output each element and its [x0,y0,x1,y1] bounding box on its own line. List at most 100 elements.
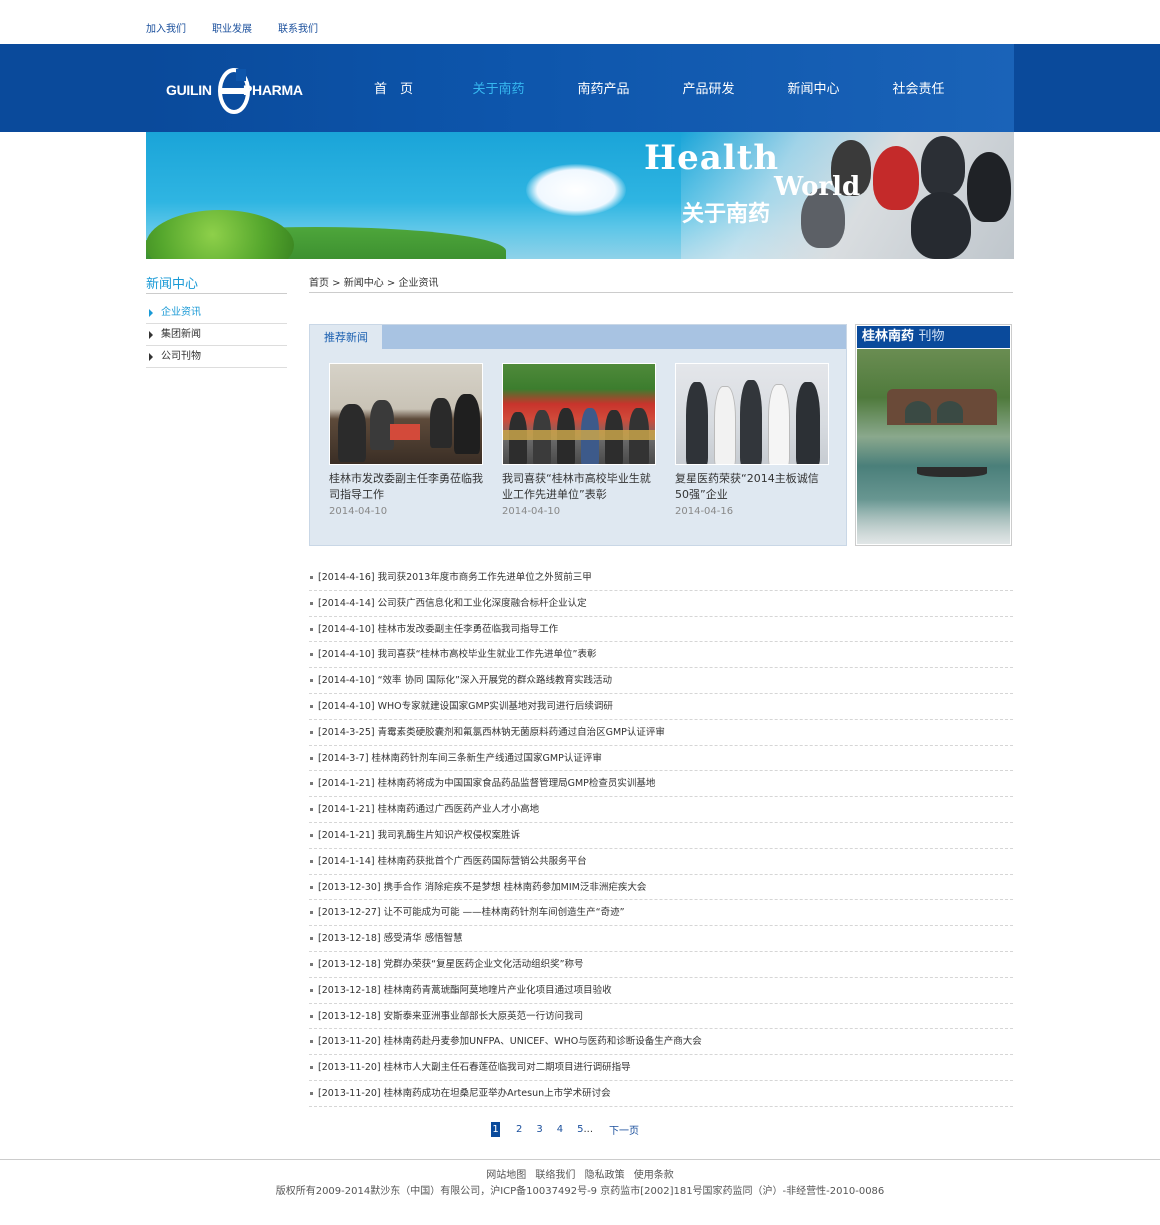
list-item[interactable]: [2013-11-20] 桂林南药成功在坦桑尼亚举办Artesun上市学术研讨会 [309,1081,1013,1107]
list-item-text: [2013-12-18] 党群办荣获“复星医药企业文化活动组织奖”称号 [318,958,584,970]
banner-tree-icon [146,210,294,259]
bullet-icon [310,911,313,915]
list-item-text: [2013-11-20] 桂林南药成功在坦桑尼亚举办Artesun上市学术研讨会 [318,1087,611,1099]
page-4[interactable]: 4 [557,1124,563,1135]
list-item[interactable]: [2014-4-10] 桂林市发改委副主任李勇莅临我司指导工作 [309,617,1013,643]
bullet-icon [310,885,313,889]
list-item-text: [2014-3-7] 桂林南药针剂车间三条新生产线通过国家GMP认证评审 [318,752,602,764]
news-card-title[interactable]: 我司喜获“桂林市高校毕业生就业工作先进单位”表彰 [502,471,656,503]
list-item-text: [2014-1-21] 桂林南药将成为中国国家食品药品监督管理局GMP检查员实训… [318,778,656,790]
list-item[interactable]: [2014-4-10] 我司喜获“桂林市高校毕业生就业工作先进单位”表彰 [309,642,1013,669]
bullet-icon [310,601,313,605]
tab-recommended[interactable]: 推荐新闻 [310,325,382,349]
footer-link-terms[interactable]: 使用条款 [634,1170,674,1181]
breadcrumb[interactable]: 首页 > 新闻中心 > 企业资讯 [309,274,438,289]
recommended-header: 推荐新闻 [310,325,846,349]
list-item[interactable]: [2014-1-21] 桂林南药通过广西医药产业人才小高地 [309,797,1013,823]
bullet-icon [310,782,313,786]
bullet-icon [310,808,313,812]
banner-cloud-icon [526,164,626,216]
list-item-text: [2014-4-10] 我司喜获“桂林市高校毕业生就业工作先进单位”表彰 [318,649,597,661]
nav-rnd[interactable]: 产品研发 [656,44,761,132]
list-item[interactable]: [2013-11-20] 桂林南药赴丹麦参加UNFPA、UNICEF、WHO与医… [309,1029,1013,1056]
footer-links: 网站地图 联络我们 隐私政策 使用条款 [0,1166,1160,1181]
news-card[interactable]: 桂林市发改委副主任李勇莅临我司指导工作 2014-04-10 [329,363,483,517]
list-item[interactable]: [2013-12-30] 携手合作 消除疟疾不是梦想 桂林南药参加MIM泛非洲疟… [309,875,1013,901]
list-item[interactable]: [2014-4-10] “效率 协同 国际化”深入开展党的群众路线教育实践活动 [309,668,1013,694]
nav-social[interactable]: 社会责任 [866,44,971,132]
nav-home[interactable]: 首 页 [341,44,446,132]
list-item-text: [2014-1-14] 桂林南药获批首个广西医药国际营销公共服务平台 [318,855,587,867]
magazine-header: 桂林南药 刊物 [857,326,1010,348]
list-item-text: [2014-1-21] 桂林南药通过广西医药产业人才小高地 [318,804,540,816]
bullet-icon [310,833,313,837]
list-item-text: [2014-4-10] “效率 协同 国际化”深入开展党的群众路线教育实践活动 [318,675,612,687]
news-card-image[interactable] [675,363,829,465]
list-item-text: [2014-4-10] WHO专家就建设国家GMP实训基地对我司进行后续调研 [318,700,613,712]
next-page-button[interactable]: 下一页 [609,1122,639,1137]
page-3[interactable]: 3 [536,1124,542,1135]
news-card[interactable]: 我司喜获“桂林市高校毕业生就业工作先进单位”表彰 2014-04-10 [502,363,656,517]
list-item[interactable]: [2013-12-27] 让不可能成为可能 ——桂林南药针剂车间创造生产“奇迹” [309,900,1013,927]
bullet-icon [310,988,313,992]
list-item[interactable]: [2014-4-16] 我司获2013年度市商务工作先进单位之外贸前三甲 [309,565,1013,591]
news-card-date: 2014-04-10 [502,506,561,517]
bullet-icon [310,1091,313,1095]
list-item[interactable]: [2014-3-7] 桂林南药针剂车间三条新生产线通过国家GMP认证评审 [309,746,1013,772]
header: GUILIN PHARMA 首 页 关于南药 南药产品 产品研发 新闻中心 社会… [0,44,1160,132]
list-item[interactable]: [2014-4-14] 公司获广西信息化和工业化深度融合标杆企业认定 [309,591,1013,617]
header-inner: GUILIN PHARMA 首 页 关于南药 南药产品 产品研发 新闻中心 社会… [146,44,1014,132]
list-item-text: [2014-1-21] 我司乳酶生片知识产权侵权案胜诉 [318,829,521,841]
logo-text-left: GUILIN [166,82,212,98]
arrow-right-icon [149,353,153,361]
list-item[interactable]: [2014-1-21] 桂林南药将成为中国国家食品药品监督管理局GMP检查员实训… [309,771,1013,798]
list-item[interactable]: [2014-1-14] 桂林南药获批首个广西医药国际营销公共服务平台 [309,849,1013,875]
magazine-cover-image[interactable] [857,349,1010,544]
top-links: 加入我们 职业发展 联系我们 [146,20,344,36]
list-item[interactable]: [2014-4-10] WHO专家就建设国家GMP实训基地对我司进行后续调研 [309,694,1013,720]
page-ellipsis: ... [583,1124,594,1135]
list-item[interactable]: [2013-12-18] 感受清华 感悟智慧 [309,926,1013,952]
list-item-text: [2013-12-18] 桂林南药青蒿琥酯阿莫地喹片产业化项目通过项目验收 [318,984,612,996]
top-link-career[interactable]: 职业发展 [212,20,252,36]
page-2[interactable]: 2 [516,1124,522,1135]
list-item[interactable]: [2013-12-18] 桂林南药青蒿琥酯阿莫地喹片产业化项目通过项目验收 [309,978,1013,1004]
bullet-icon [310,962,313,966]
news-card-image[interactable] [329,363,483,465]
bullet-icon [310,704,313,708]
sidebar-item-group-news[interactable]: 集团新闻 [146,324,287,346]
footer-divider [0,1159,1160,1160]
list-item[interactable]: [2013-12-18] 安斯泰来亚洲事业部部长大原英范一行访问我司 [309,1004,1013,1030]
magazine-box[interactable]: 桂林南药 刊物 [855,324,1012,546]
bullet-icon [310,859,313,863]
news-card[interactable]: 复星医药荣获“2014主板诚信50强”企业 2014-04-16 [675,363,829,517]
footer-link-contact[interactable]: 联络我们 [535,1170,575,1181]
sidebar-item-publications[interactable]: 公司刊物 [146,346,287,368]
banner-title-health: Health [644,138,780,178]
list-item[interactable]: [2013-11-20] 桂林市人大副主任石春莲莅临我司对二期项目进行调研指导 [309,1055,1013,1081]
bullet-icon [310,730,313,734]
list-item[interactable]: [2014-3-25] 青霉素类硬胶囊剂和氟氯西林钠无菌原料药通过自治区GMP认… [309,720,1013,746]
bullet-icon [310,1014,313,1018]
page-1[interactable]: 1 [491,1122,500,1137]
list-item[interactable]: [2013-12-18] 党群办荣获“复星医药企业文化活动组织奖”称号 [309,952,1013,978]
nav-products[interactable]: 南药产品 [551,44,656,132]
bullet-icon [310,1040,313,1044]
list-item[interactable]: [2014-1-21] 我司乳酶生片知识产权侵权案胜诉 [309,823,1013,849]
footer-link-sitemap[interactable]: 网站地图 [486,1170,526,1181]
news-card-image[interactable] [502,363,656,465]
list-item-text: [2014-3-25] 青霉素类硬胶囊剂和氟氯西林钠无菌原料药通过自治区GMP认… [318,726,665,738]
top-link-contact[interactable]: 联系我们 [278,20,318,36]
news-card-title[interactable]: 桂林市发改委副主任李勇莅临我司指导工作 [329,471,483,503]
footer-link-privacy[interactable]: 隐私政策 [585,1170,625,1181]
logo[interactable]: GUILIN PHARMA [166,64,303,116]
sidebar-item-company-news[interactable]: 企业资讯 [146,302,287,324]
recommended-news: 推荐新闻 桂林市发改委副主任李勇莅临我司指导工作 2014-04-10 我司喜获… [309,324,847,546]
bullet-icon [310,679,313,683]
top-link-join[interactable]: 加入我们 [146,20,186,36]
banner: Health World 关于南药 [146,132,1014,259]
nav-news[interactable]: 新闻中心 [761,44,866,132]
news-card-title[interactable]: 复星医药荣获“2014主板诚信50强”企业 [675,471,829,503]
list-item-text: [2013-12-18] 安斯泰来亚洲事业部部长大原英范一行访问我司 [318,1010,584,1022]
nav-about[interactable]: 关于南药 [446,44,551,132]
